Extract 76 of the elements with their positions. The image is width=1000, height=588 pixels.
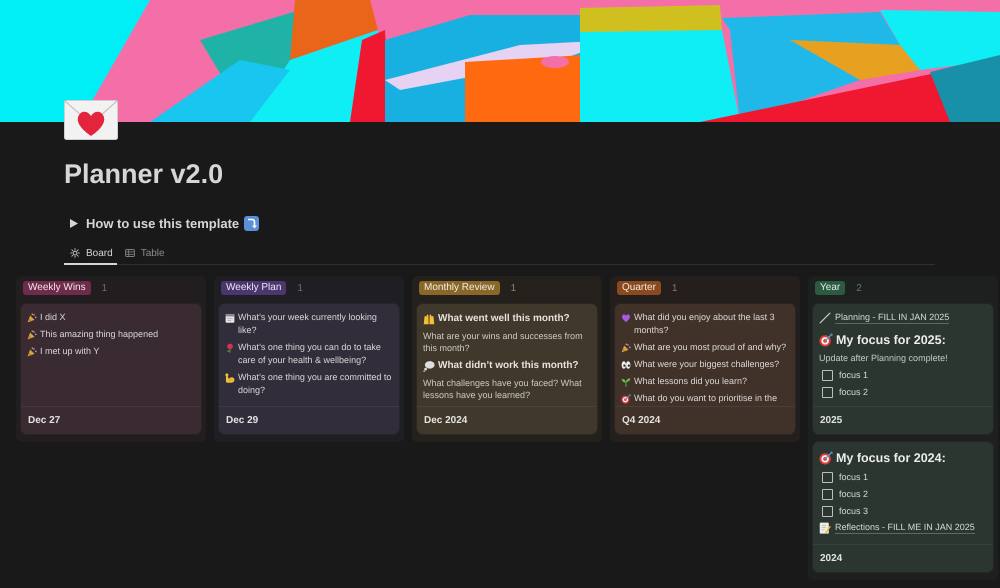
card-text: What’s one thing you can do to take care of your health & wellbeing? [238,341,382,367]
memo-icon [819,522,831,534]
card-date: 2025 [820,415,842,426]
target-icon [621,394,631,404]
card-heading: My focus for 2024: [836,450,946,467]
toggle-triangle-icon[interactable] [70,218,78,228]
board-card[interactable]: What went well this month? What are your wins and successes from this month? What didn’t work this month? What challenges have you faced? What lessons have you learned? Dec 2024 [417,304,597,434]
card-text: What lessons did you learn? [634,375,748,388]
toggle-title: How to use this template [86,216,240,230]
card-text: I met up with Y [40,345,100,358]
board-card[interactable]: What’s your week currently looking like? What’s one thing you can do to take care of your health & wellbeing? What’s one thing you are committed to doing? Dec 29 [219,304,399,434]
card-text: What challenges have you faced? What lessons have you learned? [423,377,583,401]
board-card[interactable]: I did X This amazing thing happened I met up with Y Dec 27 [21,304,201,434]
card-text: What were your biggest challenges? [634,358,780,371]
heart-icon [621,312,631,322]
rose-icon [225,342,235,352]
group-count: 2 [856,282,862,294]
page-title: Planner v2.0 [64,158,224,190]
raised-hands-icon [423,313,435,325]
card-date: Dec 29 [226,415,258,426]
view-tab[interactable]: Table [118,243,169,265]
group-tag: Quarter [617,281,661,295]
view-tab[interactable]: Board [64,243,117,265]
card-date: Q4 2024 [622,415,660,426]
group-tag: Monthly Review [419,281,500,295]
pen-icon [819,312,831,324]
todo-text: focus 2 [839,489,868,499]
group-count: 1 [297,282,303,294]
party-popper-icon [27,346,37,356]
todo-text: focus 1 [839,472,868,482]
group-tag: Year [815,281,846,295]
card-text: What’s your week currently looking like? [238,311,378,337]
card-text: What did you enjoy about the last 3 months? [634,311,776,337]
group-count: 1 [672,282,678,294]
checkbox[interactable] [822,472,833,482]
todo-text: focus 2 [839,387,868,397]
eyes-icon [621,360,631,370]
group-count: 1 [102,282,108,294]
card-date: Dec 2024 [424,415,468,426]
card-text: What’s one thing you are committed to doing? [238,371,392,397]
group-count: 1 [510,282,516,294]
group-tag: Weekly Plan [221,281,286,295]
todo-text: focus 3 [839,506,868,516]
board-card[interactable]: Planning - FILL IN JAN 2025 My focus for 2025: Update after Planning complete! focus 1 focus 2 2025 [813,304,993,434]
card-heading: My focus for 2025: [836,332,946,349]
target-icon [819,451,833,465]
card-date: 2024 [820,553,842,564]
seedling-icon [621,376,631,386]
target-icon [819,333,833,347]
page-link[interactable]: Reflections - FILL ME IN JAN 2025 [835,522,975,534]
card-text: I did X [40,311,66,324]
card-text: What are your wins and successes from this month? [423,330,584,354]
sun-icon [70,248,80,258]
group-tag: Weekly Wins [23,281,91,295]
party-popper-icon [27,330,37,340]
card-heading: What didn’t work this month? [438,359,579,373]
checkbox[interactable] [822,386,833,398]
card-text: Update after Planning complete! [819,352,949,364]
card-heading: What went well this month? [438,312,570,326]
thought-bubble-icon [423,360,435,372]
card-text: What do you want to prioritise in the [634,392,778,405]
flexed-arm-icon [225,372,235,382]
table-icon [124,248,135,258]
card-text: This amazing thing happened [40,328,158,341]
checkbox[interactable] [822,370,833,380]
todo-text: focus 1 [839,370,868,380]
party-popper-icon [621,342,631,352]
card-text: What are you most proud of and why? [634,341,786,354]
board-card[interactable]: My focus for 2024: focus 1 focus 2 focus 3 Reflections - FILL ME IN JAN 2025 2024 [813,442,993,572]
checkbox[interactable] [822,488,833,500]
party-popper-icon [27,312,37,322]
page-link[interactable]: Planning - FILL IN JAN 2025 [835,312,950,324]
card-date: Dec 27 [28,415,60,426]
calendar-icon [225,312,235,322]
checkbox[interactable] [822,506,833,516]
board-card[interactable]: What did you enjoy about the last 3 months? What are you most proud of and why? What were your biggest challenges? What lessons did you learn? What do you want to prioritise in the Q4 2024 [615,304,795,434]
